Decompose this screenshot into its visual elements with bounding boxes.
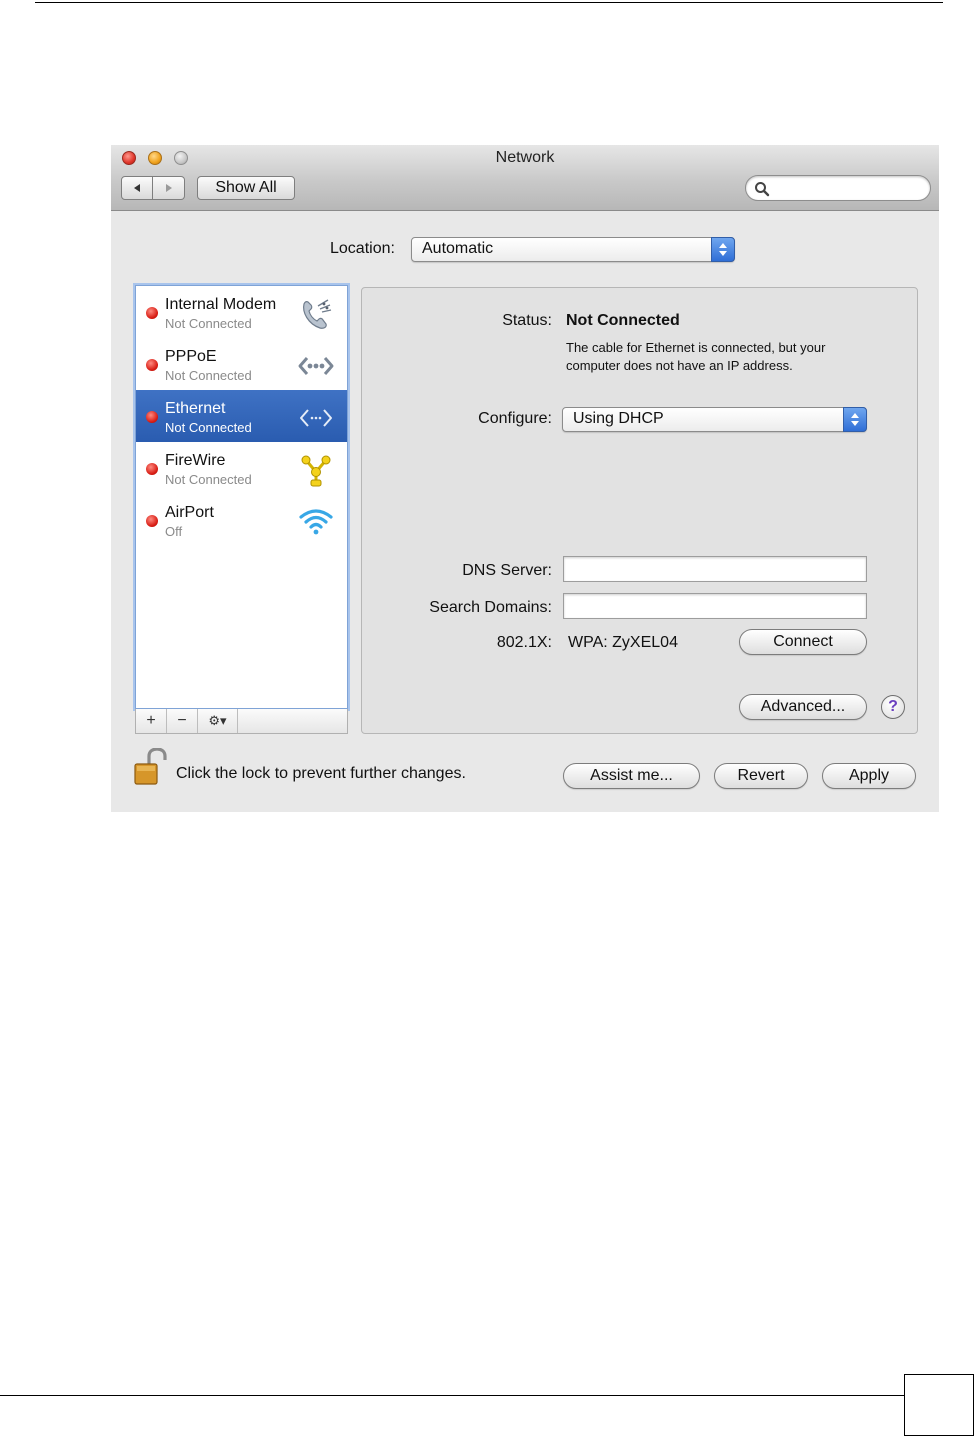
phone-modem-icon — [303, 299, 332, 329]
service-name: AirPort — [165, 504, 214, 521]
search-domains-field[interactable] — [563, 593, 867, 619]
dot1x-value: WPA: ZyXEL04 — [568, 634, 678, 651]
service-name: FireWire — [165, 452, 226, 469]
status-dot-icon — [146, 463, 158, 475]
dns-server-label: DNS Server: — [462, 562, 552, 579]
service-status: Not Connected — [165, 316, 252, 331]
add-service-button[interactable]: + — [136, 709, 167, 733]
page-number-box — [904, 1374, 974, 1436]
status-dot-icon — [146, 411, 158, 423]
service-status: Off — [165, 524, 183, 539]
back-button[interactable] — [121, 176, 153, 200]
dns-server-field[interactable] — [563, 556, 867, 582]
dot1x-label: 802.1X: — [496, 634, 552, 651]
apply-button[interactable]: Apply — [822, 763, 916, 789]
service-status: Not Connected — [165, 420, 252, 435]
page-top-rule — [35, 2, 943, 3]
search-field[interactable] — [745, 175, 931, 201]
service-detail-pane: Status: Not Connected The cable for Ethe… — [361, 287, 918, 734]
forward-arrow-icon — [165, 184, 172, 192]
wifi-icon — [299, 509, 333, 535]
location-label: Location: — [330, 240, 395, 257]
lock-hint-text: Click the lock to prevent further change… — [176, 765, 466, 782]
connect-button[interactable]: Connect — [739, 629, 867, 655]
search-domains-label: Search Domains: — [429, 599, 552, 616]
service-status: Not Connected — [165, 472, 252, 487]
service-item-ethernet[interactable]: Ethernet Not Connected — [136, 390, 347, 442]
location-popup[interactable]: Automatic — [411, 237, 735, 262]
service-item-firewire[interactable]: FireWire Not Connected — [136, 442, 347, 494]
service-name: Internal Modem — [165, 296, 277, 313]
configure-value: Using DHCP — [573, 410, 664, 427]
window-title: Network — [495, 149, 555, 166]
status-description: The cable for Ethernet is connected, but… — [566, 340, 826, 373]
help-button[interactable]: ? — [881, 695, 905, 719]
service-list: Internal Modem Not Connected PPPoE Not C… — [135, 285, 348, 709]
configure-popup[interactable]: Using DHCP — [562, 407, 867, 432]
forward-button[interactable] — [153, 176, 185, 200]
unlocked-padlock-icon[interactable] — [133, 748, 167, 786]
status-value: Not Connected — [566, 312, 680, 329]
network-preferences-window: Network Show All Location: Automatic Int… — [111, 145, 939, 812]
page-bottom-rule — [0, 1395, 904, 1396]
service-name: Ethernet — [165, 400, 226, 417]
status-dot-icon — [146, 307, 158, 319]
popup-arrows-icon — [711, 237, 735, 262]
location-value: Automatic — [422, 240, 494, 257]
status-label: Status: — [502, 312, 552, 329]
status-dot-icon — [146, 359, 158, 371]
service-item-pppoe[interactable]: PPPoE Not Connected — [136, 338, 347, 390]
search-icon — [755, 182, 770, 197]
status-dot-icon — [146, 515, 158, 527]
title-bar: Network Show All — [111, 145, 939, 211]
firewire-icon — [301, 455, 331, 487]
service-list-toolbar: + − ⚙▾ — [135, 709, 348, 734]
back-forward-group — [121, 176, 185, 200]
revert-button[interactable]: Revert — [714, 763, 808, 789]
configure-label: Configure: — [478, 410, 552, 427]
popup-arrows-icon — [843, 407, 867, 432]
service-item-airport[interactable]: AirPort Off — [136, 494, 347, 546]
ethernet-arrows-icon — [300, 409, 332, 427]
pppoe-arrows-icon — [298, 357, 334, 375]
service-action-menu-button[interactable]: ⚙▾ — [198, 709, 238, 733]
remove-service-button[interactable]: − — [167, 709, 198, 733]
assist-me-button[interactable]: Assist me... — [563, 763, 700, 789]
back-arrow-icon — [134, 184, 140, 192]
service-item-internal-modem[interactable]: Internal Modem Not Connected — [136, 286, 347, 338]
service-name: PPPoE — [165, 348, 217, 365]
show-all-button[interactable]: Show All — [197, 176, 295, 200]
advanced-button[interactable]: Advanced... — [739, 694, 867, 720]
service-status: Not Connected — [165, 368, 252, 383]
